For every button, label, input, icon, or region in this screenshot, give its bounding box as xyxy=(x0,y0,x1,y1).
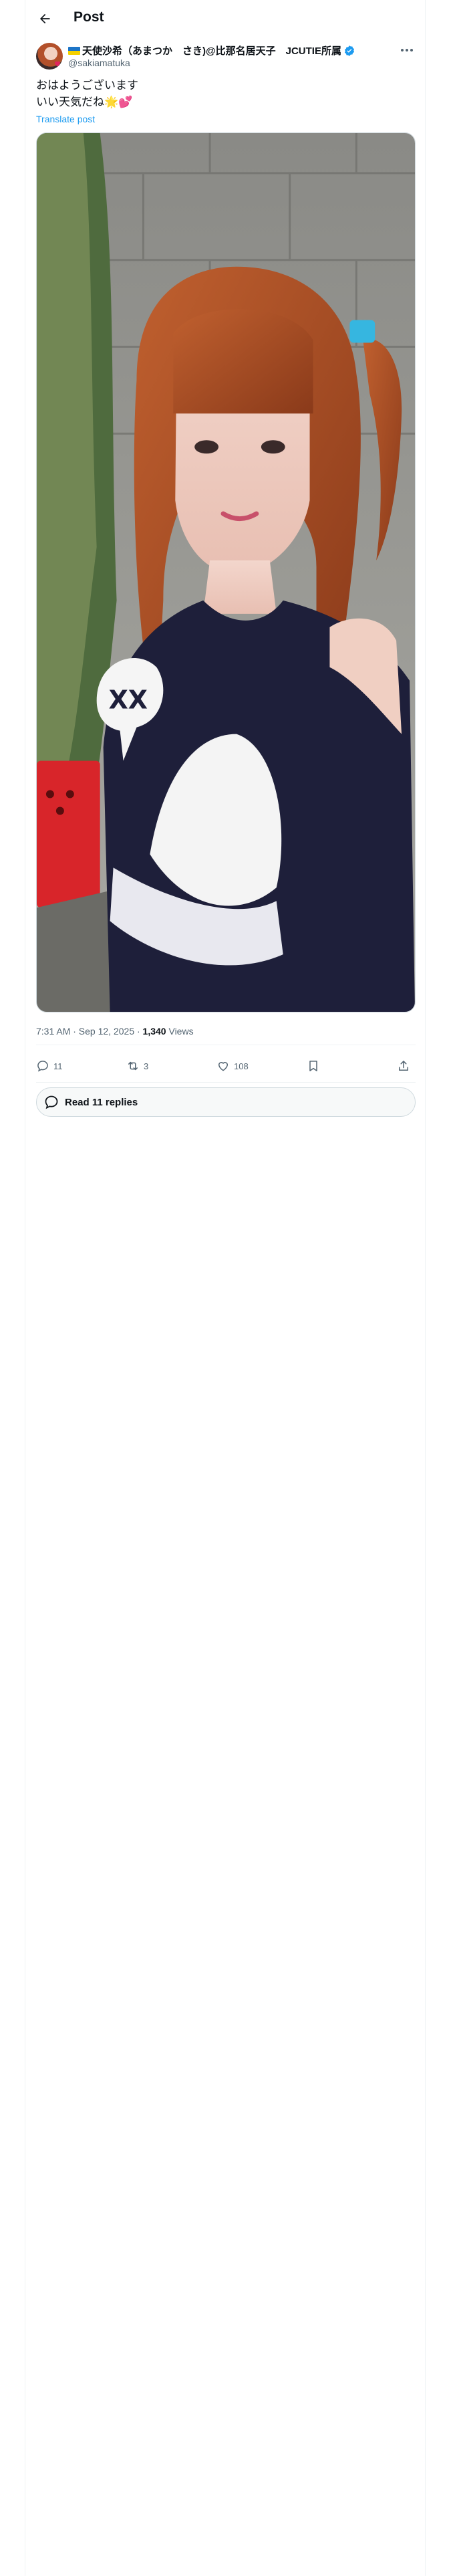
heart-icon xyxy=(55,61,60,67)
arrow-left-icon xyxy=(40,13,50,24)
reply-icon xyxy=(37,1061,48,1072)
post-meta: 7:31 AM · Sep 12, 2025 · 1,340 Views xyxy=(36,1026,194,1037)
heart-outline-icon xyxy=(218,1062,228,1071)
post-author: 天使沙希（あまつか さき)@比那名居天子 JCUTIE所属 @sakiamatu… xyxy=(36,41,416,71)
speech-bubble-icon xyxy=(45,1095,58,1109)
divider xyxy=(36,1082,416,1083)
views-count: 1,340 xyxy=(142,1026,166,1037)
reply-button[interactable]: 11 xyxy=(36,1050,63,1082)
author-handle[interactable]: @sakiamatuka xyxy=(68,58,130,68)
post-photo[interactable]: XX xyxy=(36,132,416,1012)
translate-post-link[interactable]: Translate post xyxy=(36,114,95,124)
repost-icon xyxy=(128,1061,138,1071)
more-options-button[interactable] xyxy=(398,44,416,56)
display-name[interactable]: 天使沙希（あまつか さき)@比那名居天子 JCUTIE所属 xyxy=(82,43,341,58)
bookmark-icon xyxy=(309,1061,317,1071)
reply-count: 11 xyxy=(53,1061,63,1071)
main-column: Post 天使沙希（あまつか さき)@比那名居天子 JCUTIE所属 @saki… xyxy=(25,0,426,2576)
like-button[interactable]: 108 xyxy=(216,1050,249,1082)
more-horizontal-icon xyxy=(401,49,413,51)
action-bar: 11 3 108 xyxy=(36,1050,416,1082)
svg-text:XX: XX xyxy=(109,685,148,715)
post-text: おはようございます いい天気だね🌟💕 xyxy=(36,79,138,108)
top-bar: Post xyxy=(25,0,426,36)
read-replies-button[interactable]: Read 11 replies xyxy=(36,1087,416,1117)
avatar[interactable] xyxy=(36,43,63,70)
post-timestamp[interactable]: 7:31 AM · Sep 12, 2025 · xyxy=(36,1026,143,1037)
ukraine-flag-icon xyxy=(68,46,80,55)
views-label: Views xyxy=(166,1026,194,1037)
author-name-line[interactable]: 天使沙希（あまつか さき)@比那名居天子 JCUTIE所属 xyxy=(68,43,355,58)
verified-badge-icon xyxy=(344,45,355,56)
selfie-photo: XX xyxy=(37,133,415,1012)
repost-count: 3 xyxy=(144,1061,149,1071)
share-icon xyxy=(399,1061,408,1071)
repost-button[interactable]: 3 xyxy=(126,1050,148,1082)
like-count: 108 xyxy=(234,1061,249,1071)
back-button[interactable] xyxy=(33,7,56,30)
page-title: Post xyxy=(73,9,104,25)
read-replies-label: Read 11 replies xyxy=(65,1096,138,1108)
share-button[interactable] xyxy=(397,1050,410,1082)
bookmark-button[interactable] xyxy=(307,1050,320,1082)
